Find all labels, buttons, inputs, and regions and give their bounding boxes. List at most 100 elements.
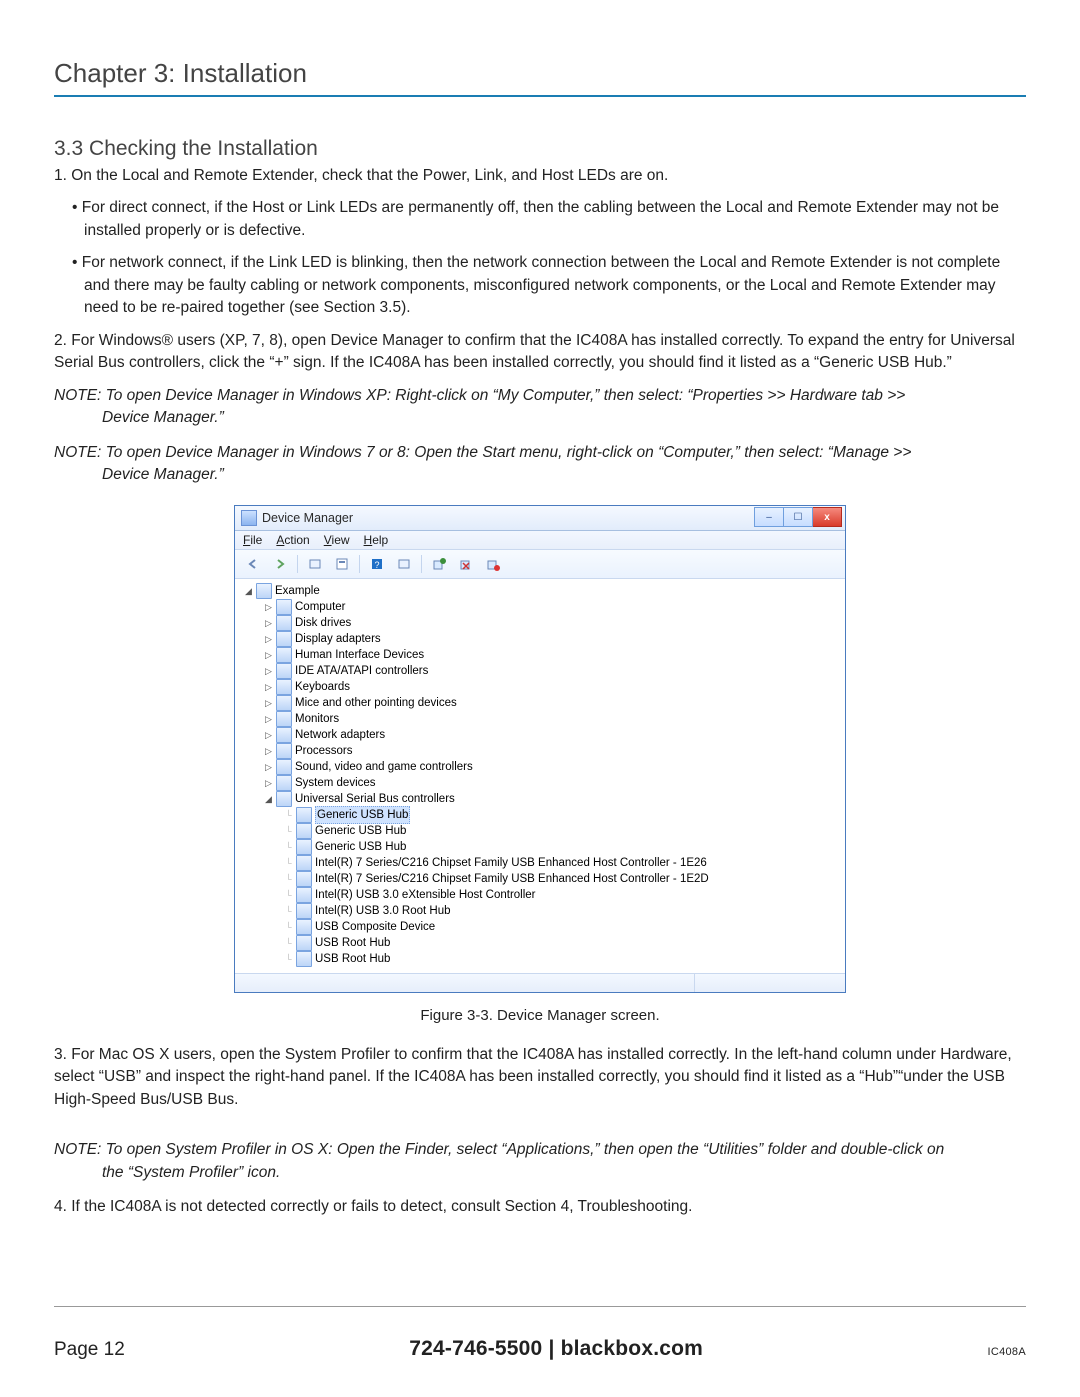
close-button[interactable]: x	[813, 507, 842, 527]
tree-category-label: Computer	[295, 599, 346, 615]
tree-category[interactable]: ▷Keyboards	[261, 679, 843, 695]
tree-category[interactable]: ▷Sound, video and game controllers	[261, 759, 843, 775]
device-icon	[276, 743, 292, 759]
note-osx: NOTE: To open System Profiler in OS X: O…	[54, 1139, 1026, 1184]
usb-device-icon	[296, 823, 312, 839]
document-page: Chapter 3: Installation 3.3 Checking the…	[0, 0, 1080, 1397]
note-osx-tail: the “System Profiler” icon.	[102, 1162, 1026, 1184]
expand-icon: ▷	[263, 633, 274, 644]
back-button[interactable]	[241, 553, 265, 575]
note-osx-lead: NOTE: To open System Profiler in OS X: O…	[54, 1141, 944, 1158]
tree-leaf-label: Intel(R) 7 Series/C216 Chipset Family US…	[315, 871, 709, 887]
tree-category-label: System devices	[295, 775, 376, 791]
tree-leaf[interactable]: └USB Root Hub	[281, 951, 843, 967]
leaf-connector: └	[283, 953, 294, 964]
tree-leaf-label: Generic USB Hub	[315, 806, 410, 824]
tree-root-label: Example	[275, 583, 320, 599]
tree-root[interactable]: ◢ Example	[241, 583, 843, 599]
menu-view[interactable]: View	[324, 533, 350, 547]
tree-category-label: Human Interface Devices	[295, 647, 424, 663]
tree-category[interactable]: ▷System devices	[261, 775, 843, 791]
uninstall-button[interactable]	[454, 553, 478, 575]
device-icon	[276, 679, 292, 695]
show-hidden-button[interactable]	[303, 553, 327, 575]
tree-category[interactable]: ▷IDE ATA/ATAPI controllers	[261, 663, 843, 679]
usb-device-icon	[296, 855, 312, 871]
update-driver-button[interactable]	[427, 553, 451, 575]
tree-leaf-label: USB Root Hub	[315, 935, 390, 951]
tree-leaf[interactable]: └Intel(R) 7 Series/C216 Chipset Family U…	[281, 855, 843, 871]
tree-leaf[interactable]: └USB Composite Device	[281, 919, 843, 935]
usb-device-icon	[296, 839, 312, 855]
usb-device-icon	[296, 807, 312, 823]
usb-device-icon	[296, 903, 312, 919]
tree-category-label: Processors	[295, 743, 353, 759]
device-tree: ◢ Example ▷ Computer▷Disk drives▷Display …	[235, 579, 845, 973]
tree-leaf[interactable]: └ Intel(R) USB 3.0 Root Hub	[281, 903, 843, 919]
tree-leaf-label: Intel(R) 7 Series/C216 Chipset Family US…	[315, 855, 707, 871]
app-icon	[241, 510, 257, 526]
leaf-connector: └	[283, 873, 294, 884]
step-2: 2. For Windows® users (XP, 7, 8), open D…	[54, 330, 1026, 375]
tree-leaf[interactable]: └ Generic USB Hub	[281, 839, 843, 855]
page-number: Page 12	[54, 1339, 125, 1361]
leaf-connector: └	[283, 841, 294, 852]
note-xp: NOTE: To open Device Manager in Windows …	[54, 385, 1026, 430]
tree-leaf[interactable]: └ Generic USB Hub	[281, 807, 843, 823]
toolbar-separator	[359, 555, 360, 573]
collapse-icon: ◢	[263, 793, 274, 804]
tree-category-label: Monitors	[295, 711, 339, 727]
tree-leaf[interactable]: └ Generic USB Hub	[281, 823, 843, 839]
forward-button[interactable]	[268, 553, 292, 575]
tree-category-label: Mice and other pointing devices	[295, 695, 457, 711]
leaf-connector: └	[283, 825, 294, 836]
statusbar-grip	[694, 974, 845, 992]
leaf-connector: └	[283, 905, 294, 916]
tree-leaf-label: Generic USB Hub	[315, 823, 406, 839]
menu-help[interactable]: Help	[364, 533, 389, 547]
maximize-button[interactable]: ☐	[784, 507, 813, 527]
disable-button[interactable]	[481, 553, 505, 575]
device-icon	[276, 759, 292, 775]
help-button[interactable]: ?	[365, 553, 389, 575]
footer-rule	[54, 1306, 1026, 1307]
tree-leaf-label: Intel(R) USB 3.0 Root Hub	[315, 903, 451, 919]
tree-category[interactable]: ▷Disk drives	[261, 615, 843, 631]
tree-leaf[interactable]: └ Intel(R) 7 Series/C216 Chipset Family U…	[281, 871, 843, 887]
page-footer: Page 12 724-746-5500 | blackbox.com IC40…	[54, 1337, 1026, 1361]
tree-category[interactable]: ▷Monitors	[261, 711, 843, 727]
leaf-connector: └	[283, 809, 294, 820]
tree-category[interactable]: ▷ Computer	[261, 599, 843, 615]
minimize-button[interactable]: –	[754, 507, 784, 527]
note-win7-tail: Device Manager.”	[102, 464, 1026, 486]
tree-category-usb[interactable]: ◢Universal Serial Bus controllers	[261, 791, 843, 807]
tree-category[interactable]: ▷Processors	[261, 743, 843, 759]
tree-category[interactable]: ▷Human Interface Devices	[261, 647, 843, 663]
expand-icon: ▷	[263, 665, 274, 676]
scan-button[interactable]	[392, 553, 416, 575]
collapse-icon: ◢	[243, 585, 254, 596]
menu-action[interactable]: Action	[276, 533, 309, 547]
device-icon	[276, 711, 292, 727]
tree-category[interactable]: ▷Network adapters	[261, 727, 843, 743]
computer-icon	[256, 583, 272, 599]
tree-category[interactable]: ▷Display adapters	[261, 631, 843, 647]
tree-leaf[interactable]: └USB Root Hub	[281, 935, 843, 951]
note-win7-lead: NOTE: To open Device Manager in Windows …	[54, 444, 911, 461]
device-icon	[276, 647, 292, 663]
chapter-rule	[54, 95, 1026, 97]
window-buttons: – ☐ x	[754, 507, 842, 525]
toolbar-separator	[421, 555, 422, 573]
menu-file[interactable]: File	[243, 533, 262, 547]
tree-leaf-label: Generic USB Hub	[315, 839, 406, 855]
toolbar-separator	[297, 555, 298, 573]
tree-category[interactable]: ▷Mice and other pointing devices	[261, 695, 843, 711]
expand-icon: ▷	[263, 617, 274, 628]
usb-device-icon	[296, 919, 312, 935]
usb-device-icon	[296, 887, 312, 903]
usb-device-icon	[296, 935, 312, 951]
expand-icon: ▷	[263, 601, 274, 612]
figure-caption: Figure 3-3. Device Manager screen.	[54, 1007, 1026, 1024]
properties-button[interactable]	[330, 553, 354, 575]
tree-leaf[interactable]: └Intel(R) USB 3.0 eXtensible Host Contro…	[281, 887, 843, 903]
